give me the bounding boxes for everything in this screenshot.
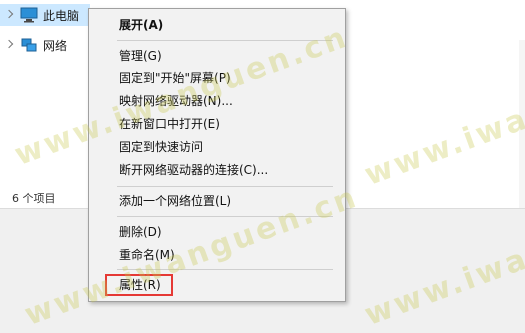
menu-item-add-network-location[interactable]: 添加一个网络位置(L) — [119, 191, 231, 211]
menu-item-delete[interactable]: 删除(D) — [119, 222, 162, 242]
context-menu: 展开(A) 管理(G) 固定到"开始"屏幕(P) 映射网络驱动器(N)... 在… — [88, 8, 346, 302]
tree-item-label: 网络 — [43, 39, 68, 53]
menu-item-pin-to-start[interactable]: 固定到"开始"屏幕(P) — [119, 68, 231, 88]
scrollbar-track[interactable] — [519, 40, 525, 208]
menu-item-disconnect-network-drive[interactable]: 断开网络驱动器的连接(C)... — [119, 160, 268, 180]
tree-item-this-pc[interactable]: 此电脑 — [0, 4, 90, 26]
chevron-right-icon[interactable] — [4, 39, 14, 49]
tree-item-label: 此电脑 — [43, 9, 80, 23]
menu-separator — [117, 186, 333, 187]
network-icon — [21, 38, 37, 52]
menu-item-map-network-drive[interactable]: 映射网络驱动器(N)... — [119, 91, 233, 111]
chevron-right-icon[interactable] — [4, 9, 14, 19]
status-item-count: 6 个项目 — [12, 192, 56, 205]
menu-separator — [117, 40, 333, 41]
menu-item-pin-quick-access[interactable]: 固定到快速访问 — [119, 137, 203, 157]
highlight-annotation-box — [105, 274, 173, 296]
tree-item-network[interactable]: 网络 — [0, 34, 100, 56]
menu-item-rename[interactable]: 重命名(M) — [119, 245, 175, 265]
menu-separator — [117, 216, 333, 217]
computer-icon — [20, 7, 38, 23]
menu-item-manage[interactable]: 管理(G) — [119, 46, 162, 66]
menu-item-open-new-window[interactable]: 在新窗口中打开(E) — [119, 114, 220, 134]
menu-separator — [117, 269, 333, 270]
menu-item-expand[interactable]: 展开(A) — [119, 15, 163, 35]
